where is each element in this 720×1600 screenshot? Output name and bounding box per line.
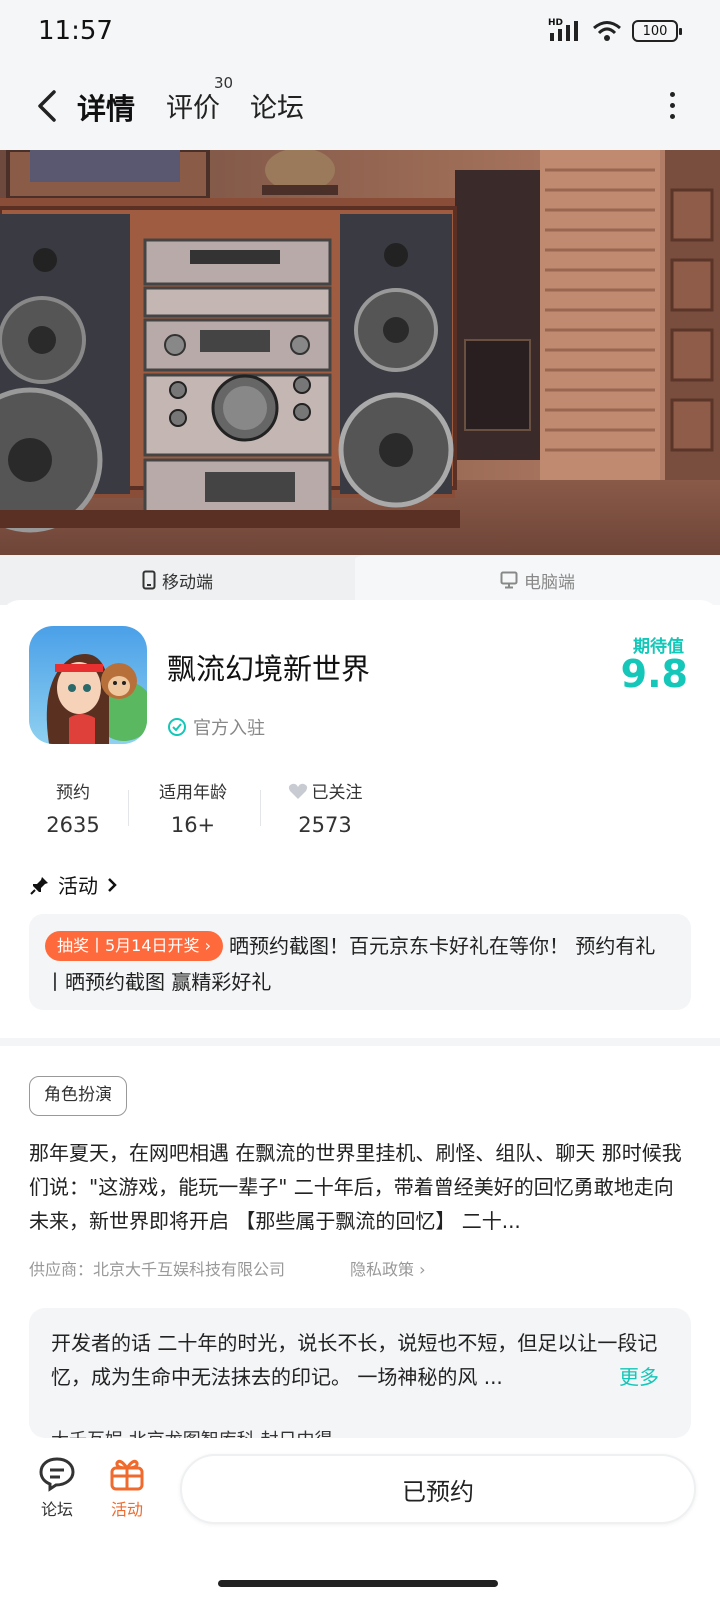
more-options-icon[interactable] xyxy=(664,92,680,122)
review-count-badge: 30 xyxy=(214,74,234,92)
pin-icon xyxy=(30,876,48,895)
hero-banner-image[interactable] xyxy=(0,150,720,555)
tab-forum[interactable]: 论坛 xyxy=(250,86,304,125)
wifi-icon xyxy=(593,21,621,41)
status-icons: HD 100 xyxy=(548,18,682,42)
developer-note-text: 开发者的话 二十年的时光，说长不长，说短也不短，但足以让一段记忆，成为生命中无法… xyxy=(51,1331,658,1389)
expectation-score: 9.8 xyxy=(620,652,688,696)
tab-forum-label: 论坛 xyxy=(250,93,304,124)
stat-followers[interactable]: 已关注 2573 xyxy=(280,778,370,837)
bottom-nav-forum-label: 论坛 xyxy=(40,1500,73,1519)
gift-icon xyxy=(110,1459,144,1491)
home-indicator[interactable] xyxy=(218,1580,498,1587)
bottom-nav-forum[interactable]: 论坛 xyxy=(22,1456,92,1520)
stat-value: 2635 xyxy=(46,813,100,837)
phone-icon xyxy=(142,570,156,590)
signal-icon: HD xyxy=(548,18,582,42)
network-type: HD xyxy=(548,18,564,28)
tab-mobile-label: 移动端 xyxy=(162,572,213,593)
developer-note-card[interactable]: 开发者的话 二十年的时光，说长不长，说短也不短，但足以让一段记忆，成为生命中无法… xyxy=(29,1308,691,1438)
game-title: 飘流幻境新世界 xyxy=(167,652,371,686)
back-icon[interactable] xyxy=(28,84,68,128)
bottom-nav-activity-label: 活动 xyxy=(110,1500,143,1519)
bottom-nav-activity[interactable]: 活动 xyxy=(92,1456,162,1520)
chat-bubble-icon xyxy=(39,1457,75,1492)
battery-icon: 100 xyxy=(632,20,682,42)
official-badge: 官方入驻 xyxy=(167,714,265,740)
stat-label: 适用年龄 xyxy=(159,783,227,803)
platform-tabs: 移动端 电脑端 xyxy=(0,555,720,605)
activity-header-label: 活动 xyxy=(58,874,98,898)
tab-pc-label: 电脑端 xyxy=(524,572,575,593)
tab-review-label: 评价 xyxy=(166,93,220,124)
developer-note-more-link[interactable]: 更多 xyxy=(615,1360,659,1394)
tab-detail[interactable]: 详情 xyxy=(74,86,136,128)
section-divider xyxy=(0,1038,720,1046)
monitor-icon xyxy=(500,571,518,589)
stat-value: 2573 xyxy=(298,813,352,837)
tab-review[interactable]: 评价 30 xyxy=(166,74,233,125)
game-description[interactable]: 那年夏天，在网吧相遇 在飘流的世界里挂机、刷怪、组队、聊天 那时候我们说："这游… xyxy=(29,1136,691,1238)
top-nav: 详情 评价 30 论坛 xyxy=(0,64,720,150)
bottom-action-bar: 论坛 活动 已预约 xyxy=(0,1438,720,1600)
stat-value: 16+ xyxy=(170,813,216,837)
genre-tag[interactable]: 角色扮演 xyxy=(29,1076,127,1116)
status-bar: 11:57 HD 100 xyxy=(0,0,720,64)
activity-card[interactable]: 抽奖丨5月14日开奖 › 晒预约截图！百元京东卡好礼在等你！ 预约有礼丨晒预约截图… xyxy=(29,914,691,1010)
stat-divider xyxy=(128,790,129,826)
status-time: 11:57 xyxy=(38,16,113,46)
heart-icon xyxy=(288,783,307,799)
privacy-policy-link[interactable]: 隐私政策 › xyxy=(350,1256,426,1280)
stat-reservations: 预约 2635 xyxy=(38,778,108,837)
verified-check-icon xyxy=(168,718,186,736)
game-app-icon xyxy=(29,626,147,744)
chevron-right-icon xyxy=(108,877,117,892)
lottery-badge: 抽奖丨5月14日开奖 › xyxy=(45,931,224,961)
stat-divider xyxy=(260,790,261,826)
activity-section-header[interactable]: 活动 xyxy=(30,870,118,899)
official-label: 官方入驻 xyxy=(193,718,265,739)
stat-label: 预约 xyxy=(56,783,90,803)
supplier-info: 供应商：北京大千互娱科技有限公司 xyxy=(29,1260,286,1279)
reserved-button[interactable]: 已预约 xyxy=(180,1454,696,1524)
tab-mobile[interactable]: 移动端 xyxy=(0,555,355,605)
developer-partners-row: 大千互娱 北京龙图智库科 封日中得 xyxy=(51,1426,671,1438)
stat-label-followed: 已关注 xyxy=(280,778,370,803)
tab-detail-label: 详情 xyxy=(77,92,136,126)
stat-age-rating: 适用年龄 16+ xyxy=(148,778,238,837)
tab-pc[interactable]: 电脑端 xyxy=(355,555,720,605)
